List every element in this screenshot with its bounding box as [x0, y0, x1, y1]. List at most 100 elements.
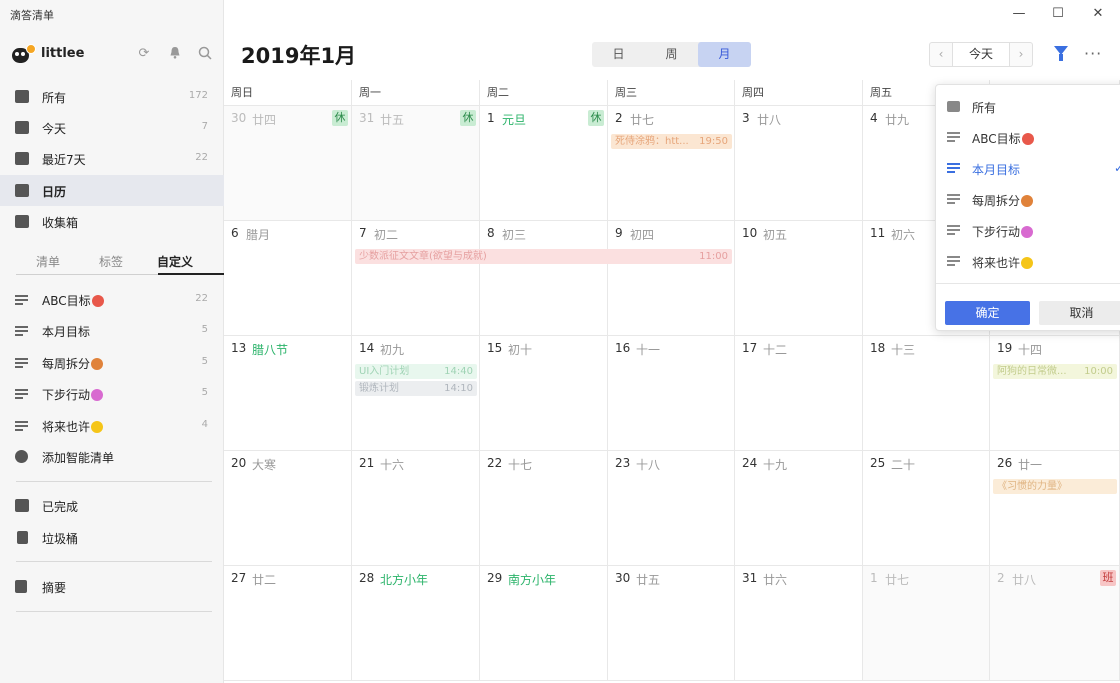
calendar-day-cell[interactable]: 31 廿六 [735, 566, 863, 681]
calendar-day-cell[interactable]: 2 廿七 [608, 106, 735, 221]
filter-list-icon [15, 419, 29, 432]
sidebar-item-list-month[interactable]: 本月目标 5 [0, 315, 224, 346]
sidebar-item-summary[interactable]: 摘要 [0, 571, 224, 602]
bell-icon[interactable] [167, 46, 183, 62]
calendar-day-cell[interactable]: 27 廿二 [224, 566, 352, 681]
filter-option-label: 每周拆分 [972, 192, 1034, 209]
event-title: 死侍涂鸦：htt... [615, 136, 689, 147]
filter-option-text: 本月目标 [972, 163, 1021, 177]
calendar-day-cell[interactable]: 10 初五 [735, 221, 863, 336]
divider [16, 611, 212, 612]
check-icon: ✓ [1114, 161, 1120, 175]
username[interactable]: littlee [41, 46, 84, 61]
filter-option[interactable]: 将来也许 [936, 246, 1120, 277]
calendar-day-cell[interactable]: 25 二十 [863, 451, 990, 566]
sidebar-item-all[interactable]: 所有 172 [0, 81, 224, 112]
trash-icon [17, 531, 28, 544]
next-month-button[interactable]: › [1010, 43, 1032, 66]
calendar-day-cell[interactable]: 2 廿八 班 [990, 566, 1120, 681]
sidebar-item-today[interactable]: 今天 7 [0, 112, 224, 143]
calendar-day-cell[interactable]: 15 初十 [480, 336, 608, 451]
calendar-day-cell[interactable]: 22 十七 [480, 451, 608, 566]
calendar-day-cell[interactable]: 24 十九 [735, 451, 863, 566]
day-number: 2 [997, 571, 1005, 585]
filter-list-icon [15, 356, 29, 369]
calendar-day-cell[interactable]: 18 十三 [863, 336, 990, 451]
tab-lists[interactable]: 清单 [36, 253, 60, 270]
lunar-date: 十九 [763, 458, 788, 472]
sidebar-item-trash[interactable]: 垃圾桶 [0, 522, 224, 553]
calendar-event[interactable]: UI入门计划 14:40 [355, 364, 477, 379]
calendar-day-cell[interactable]: 9 初四 [608, 221, 735, 336]
day-number: 21 [359, 456, 375, 470]
search-icon[interactable] [197, 46, 213, 62]
tab-custom[interactable]: 自定义 [157, 253, 193, 270]
avatar[interactable] [12, 44, 36, 64]
day-number: 15 [487, 341, 503, 355]
tab-underline [158, 273, 224, 275]
maximize-button[interactable]: ☐ [1048, 6, 1068, 21]
calendar-day-cell[interactable]: 30 廿五 [608, 566, 735, 681]
add-smart-list-button[interactable]: 添加智能清单 [0, 441, 224, 472]
calendar-day-cell[interactable]: 21 十六 [352, 451, 480, 566]
prev-month-button[interactable]: ‹ [930, 43, 952, 66]
calendar-day-cell[interactable]: 28 北方小年 [352, 566, 480, 681]
close-button[interactable]: ✕ [1088, 6, 1108, 21]
calendar-event[interactable]: 少数派征文文章(欲望与成就) 11:00 [355, 249, 732, 264]
calendar-day-cell[interactable]: 1 元旦 休 [480, 106, 608, 221]
calendar-day-cell[interactable]: 16 十一 [608, 336, 735, 451]
sidebar-item-inbox[interactable]: 收集箱 [0, 206, 224, 237]
filter-option[interactable]: 下步行动 [936, 215, 1120, 246]
filter-option[interactable]: 所有 [936, 91, 1120, 122]
calendar-day-cell[interactable]: 29 南方小年 [480, 566, 608, 681]
confirm-button[interactable]: 确定 [945, 301, 1030, 325]
filter-option[interactable]: 本月目标 ✓ [936, 153, 1120, 184]
lunar-date: 廿七 [630, 113, 655, 127]
today-button[interactable]: 今天 [952, 43, 1010, 66]
sidebar-item-next7days[interactable]: 最近7天 22 [0, 143, 224, 174]
lunar-date: 廿五 [380, 113, 405, 127]
more-icon[interactable]: ··· [1084, 44, 1102, 63]
sidebar-item-list-abc[interactable]: ABC目标 22 [0, 284, 224, 315]
lunar-date: 大寒 [252, 458, 277, 472]
calendar-day-cell[interactable]: 23 十八 [608, 451, 735, 566]
calendar-day-cell[interactable]: 19 十四 [990, 336, 1120, 451]
sidebar-item-list-weekly[interactable]: 每周拆分 5 [0, 347, 224, 378]
calendar-event[interactable]: 《习惯的力量》 [993, 479, 1117, 494]
tab-tags[interactable]: 标签 [99, 253, 123, 270]
calendar-day-cell[interactable]: 20 大寒 [224, 451, 352, 566]
cancel-button[interactable]: 取消 [1039, 301, 1120, 325]
calendar-day-cell[interactable]: 1 廿七 [863, 566, 990, 681]
day-number: 18 [870, 341, 886, 355]
calendar-event[interactable]: 锻炼计划 14:10 [355, 381, 477, 396]
calendar-day-cell[interactable]: 26 廿一 [990, 451, 1120, 566]
sidebar-item-completed[interactable]: 已完成 [0, 490, 224, 521]
view-week-button[interactable]: 周 [645, 42, 698, 67]
weekday-header: 周日 [224, 80, 352, 106]
day-number: 23 [615, 456, 631, 470]
calendar-day-cell[interactable]: 3 廿八 [735, 106, 863, 221]
calendar-day-cell[interactable]: 30 廿四 休 [224, 106, 352, 221]
sidebar-item-list-someday[interactable]: 将来也许 4 [0, 410, 224, 441]
minimize-button[interactable]: — [1009, 6, 1029, 21]
calendar-event[interactable]: 死侍涂鸦：htt... 19:50 [611, 134, 732, 149]
calendar-event[interactable]: 阿狗的日常微... 10:00 [993, 364, 1117, 379]
filter-option[interactable]: 每周拆分 [936, 184, 1120, 215]
weekday-header: 周一 [352, 80, 480, 106]
calendar-day-cell[interactable]: 17 十二 [735, 336, 863, 451]
calendar-day-cell[interactable]: 31 廿五 休 [352, 106, 480, 221]
view-month-button[interactable]: 月 [698, 42, 751, 67]
sidebar-item-list-next[interactable]: 下步行动 5 [0, 378, 224, 409]
lunar-date: 十六 [380, 458, 405, 472]
view-day-button[interactable]: 日 [592, 42, 645, 67]
calendar-day-cell[interactable]: 13 腊八节 [224, 336, 352, 451]
calendar-day-cell[interactable]: 7 初二 [352, 221, 480, 336]
sync-icon[interactable]: ⟳ [136, 46, 152, 62]
calendar-day-cell[interactable]: 6 腊月 [224, 221, 352, 336]
target-emoji-icon [91, 295, 104, 307]
calendar-day-cell[interactable]: 8 初三 [480, 221, 608, 336]
weekday-header: 周二 [480, 80, 608, 106]
filter-option[interactable]: ABC目标 [936, 122, 1120, 153]
sidebar-item-calendar[interactable]: 日历 [0, 175, 224, 206]
filter-option-text: 下步行动 [972, 225, 1021, 239]
